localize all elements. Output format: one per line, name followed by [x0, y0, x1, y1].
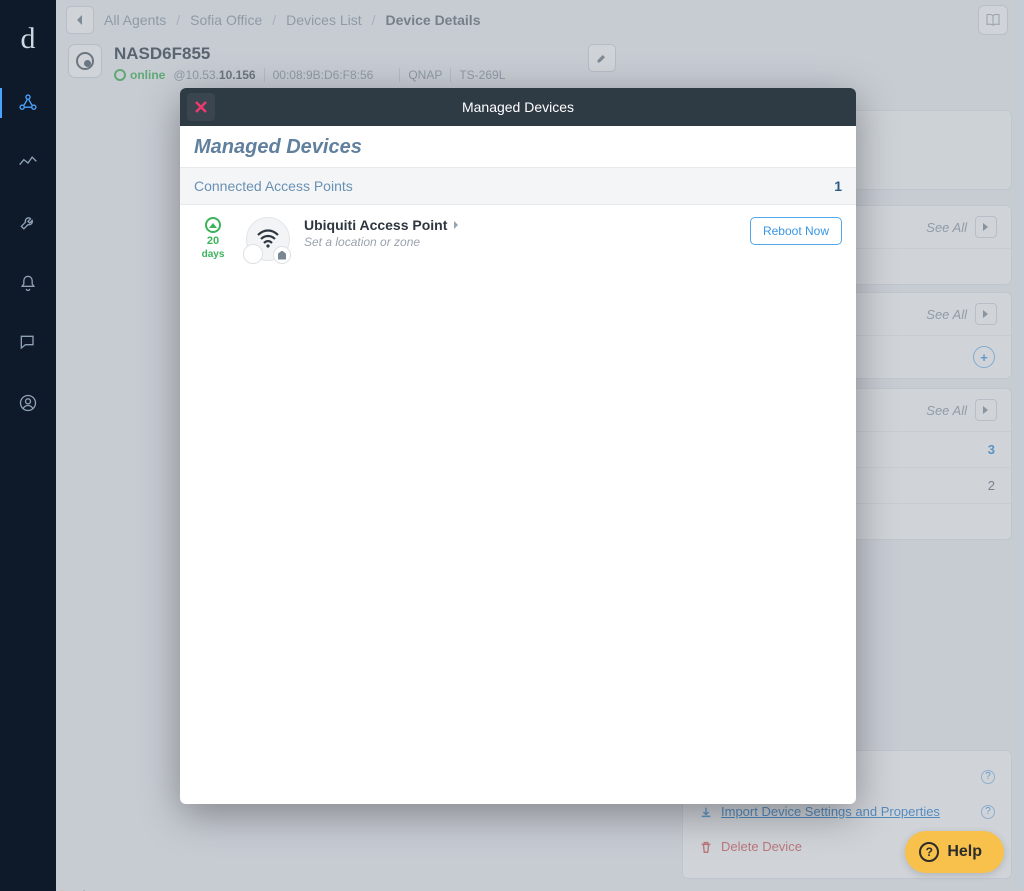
section-connected-aps: Connected Access Points 1 [180, 168, 856, 205]
main-area: All Agents / Sofia Office / Devices List… [56, 0, 1024, 891]
nav-account-icon[interactable] [0, 386, 56, 420]
close-modal-button[interactable] [187, 93, 215, 121]
ap-title-link[interactable]: Ubiquiti Access Point [304, 217, 736, 233]
device-row: 20 days Ubiquiti Access Point Set a loca… [180, 205, 856, 273]
nav-tools-icon[interactable] [0, 206, 56, 240]
brand-logo: d [12, 18, 44, 60]
nav-network-icon[interactable] [0, 86, 56, 120]
modal-header: Managed Devices [180, 126, 856, 168]
shield-icon [273, 246, 291, 264]
left-nav: d [0, 0, 56, 891]
modal-titlebar-text: Managed Devices [180, 99, 856, 115]
status-dot-icon [243, 244, 263, 264]
help-button[interactable]: ? Help [905, 831, 1004, 873]
managed-devices-modal: Managed Devices Managed Devices Connecte… [180, 88, 856, 804]
nav-chat-icon[interactable] [0, 326, 56, 360]
uptime-up-icon [205, 217, 221, 233]
uptime-badge: 20 days [194, 217, 232, 260]
wifi-icon [246, 217, 290, 261]
nav-activity-icon[interactable] [0, 146, 56, 180]
nav-alerts-icon[interactable] [0, 266, 56, 300]
ap-location-placeholder[interactable]: Set a location or zone [304, 235, 736, 249]
reboot-now-button[interactable]: Reboot Now [750, 217, 842, 245]
